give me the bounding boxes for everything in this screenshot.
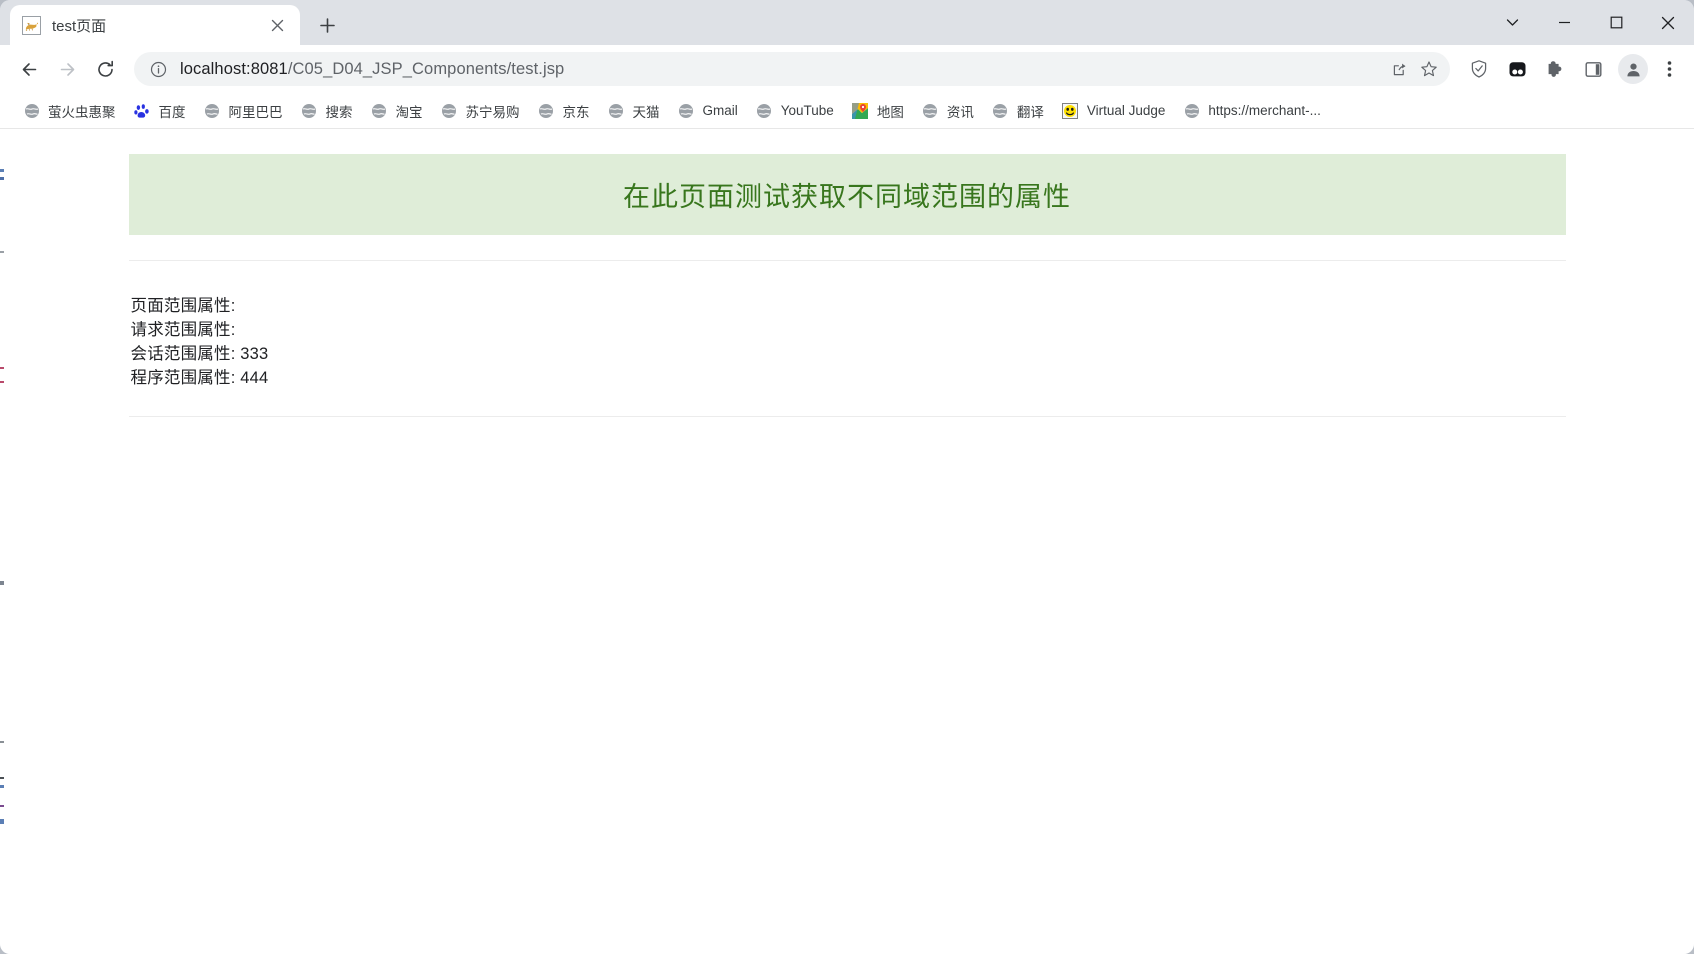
google-maps-icon bbox=[852, 102, 869, 119]
bookmark-item[interactable]: 百度 bbox=[125, 97, 195, 125]
bookmark-item[interactable]: 资讯 bbox=[913, 97, 983, 125]
bookmark-label: Virtual Judge bbox=[1086, 103, 1166, 118]
bookmark-label: YouTube bbox=[780, 103, 834, 118]
bookmark-item[interactable]: Gmail bbox=[669, 97, 747, 125]
info-circle-icon[interactable] bbox=[148, 59, 168, 79]
bookmark-item[interactable]: 苏宁易购 bbox=[432, 97, 529, 125]
globe-icon bbox=[204, 102, 221, 119]
scope-line-application: 程序范围属性: 444 bbox=[130, 369, 269, 387]
side-panel-icon[interactable] bbox=[1576, 52, 1610, 86]
smiley-icon bbox=[1062, 102, 1079, 119]
forward-button[interactable] bbox=[48, 50, 86, 88]
bookmark-item[interactable]: 京东 bbox=[529, 97, 599, 125]
globe-icon bbox=[922, 102, 939, 119]
address-bar[interactable]: localhost:8081/C05_D04_JSP_Components/te… bbox=[134, 52, 1450, 86]
bookmark-label: 京东 bbox=[562, 104, 590, 120]
profile-avatar-icon[interactable] bbox=[1618, 54, 1648, 84]
window-controls bbox=[1486, 0, 1694, 45]
divider-bottom bbox=[128, 416, 1566, 417]
back-button[interactable] bbox=[10, 50, 48, 88]
bookmark-label: 翻译 bbox=[1016, 104, 1044, 120]
bookmark-item[interactable]: 翻译 bbox=[983, 97, 1053, 125]
tomcat-cat-icon bbox=[22, 15, 41, 35]
share-icon[interactable] bbox=[1384, 54, 1414, 84]
bookmark-label: 淘宝 bbox=[395, 104, 423, 120]
bookmark-item[interactable]: 搜索 bbox=[292, 97, 362, 125]
bookmark-label: 阿里巴巴 bbox=[228, 104, 283, 120]
globe-icon bbox=[756, 102, 773, 119]
reload-button[interactable] bbox=[86, 50, 124, 88]
bookmark-item[interactable]: 地图 bbox=[843, 97, 913, 125]
star-icon[interactable] bbox=[1414, 54, 1444, 84]
page-viewport: 在此页面测试获取不同域范围的属性 页面范围属性: 请求范围属性: 会话范围属性:… bbox=[0, 129, 1694, 954]
tab-strip: test页面 bbox=[0, 0, 1694, 45]
globe-icon bbox=[23, 102, 40, 119]
globe-icon bbox=[678, 102, 695, 119]
bookmark-item[interactable]: 阿里巴巴 bbox=[195, 97, 292, 125]
scope-line-session: 会话范围属性: 333 bbox=[130, 345, 269, 363]
bookmark-item[interactable]: YouTube bbox=[747, 97, 843, 125]
bookmark-label: 萤火虫惠聚 bbox=[48, 104, 116, 120]
globe-icon bbox=[608, 102, 625, 119]
scope-attribute-list: 页面范围属性: 请求范围属性: 会话范围属性: 333 程序范围属性: 444 bbox=[129, 261, 1566, 390]
url-text[interactable]: localhost:8081/C05_D04_JSP_Components/te… bbox=[180, 60, 1384, 79]
close-icon[interactable] bbox=[266, 14, 288, 36]
globe-icon bbox=[992, 102, 1009, 119]
tab-title: test页面 bbox=[52, 17, 107, 35]
bookmark-label: 百度 bbox=[158, 104, 186, 120]
bookmark-label: https://merchant-... bbox=[1208, 103, 1321, 118]
url-host: localhost:8081 bbox=[180, 59, 288, 78]
three-dot-menu-icon[interactable] bbox=[1654, 52, 1684, 86]
chevron-down-icon[interactable] bbox=[1486, 0, 1538, 45]
browser-tab[interactable]: test页面 bbox=[10, 5, 300, 45]
bookmark-item[interactable]: https://merchant-... bbox=[1174, 97, 1330, 125]
page-title: 在此页面测试获取不同域范围的属性 bbox=[623, 182, 1071, 212]
bookmark-item[interactable]: 天猫 bbox=[599, 97, 669, 125]
bookmark-label: 地图 bbox=[876, 104, 904, 120]
bookmark-item[interactable]: 淘宝 bbox=[362, 97, 432, 125]
url-path: /C05_D04_JSP_Components/test.jsp bbox=[287, 59, 565, 78]
bookmark-label: 天猫 bbox=[632, 104, 660, 120]
browser-window: test页面 localhost:8081/C05_D04_JSP_Compon… bbox=[0, 0, 1694, 954]
puzzle-extensions-icon[interactable] bbox=[1538, 52, 1572, 86]
globe-icon bbox=[1183, 102, 1200, 119]
globe-icon bbox=[441, 102, 458, 119]
bookmark-label: Gmail bbox=[702, 103, 738, 118]
browser-toolbar: localhost:8081/C05_D04_JSP_Components/te… bbox=[0, 45, 1694, 93]
bookmark-item[interactable]: Virtual Judge bbox=[1053, 97, 1175, 125]
bookmark-item[interactable]: 萤火虫惠聚 bbox=[14, 97, 125, 125]
dark-reader-extension-icon[interactable] bbox=[1500, 52, 1534, 86]
bookmark-label: 搜索 bbox=[325, 104, 353, 120]
minimize-icon[interactable] bbox=[1538, 0, 1590, 45]
globe-icon bbox=[538, 102, 555, 119]
new-tab-button[interactable] bbox=[312, 10, 342, 40]
globe-icon bbox=[371, 102, 388, 119]
bookmarks-bar: 萤火虫惠聚 百度 阿里巴巴 搜索 淘宝 苏宁易购 京东 天猫 Gmail You… bbox=[0, 93, 1694, 129]
globe-icon bbox=[301, 102, 318, 119]
page-banner: 在此页面测试获取不同域范围的属性 bbox=[128, 154, 1566, 235]
close-window-icon[interactable] bbox=[1642, 0, 1694, 45]
bookmark-label: 资讯 bbox=[946, 104, 974, 120]
baidu-paw-icon bbox=[134, 102, 151, 119]
scope-line-page: 页面范围属性: bbox=[130, 297, 241, 315]
shield-check-icon[interactable] bbox=[1462, 52, 1496, 86]
bookmark-label: 苏宁易购 bbox=[465, 104, 520, 120]
maximize-icon[interactable] bbox=[1590, 0, 1642, 45]
scope-line-request: 请求范围属性: bbox=[130, 321, 241, 339]
page-content: 在此页面测试获取不同域范围的属性 页面范围属性: 请求范围属性: 会话范围属性:… bbox=[0, 129, 1694, 417]
